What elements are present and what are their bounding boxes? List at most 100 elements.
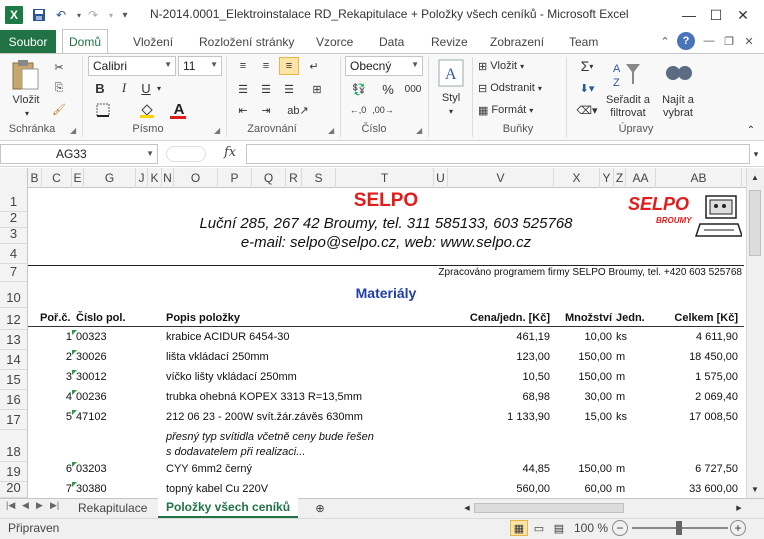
scroll-down-icon[interactable]: ▼ [748,482,762,496]
sort-filter-icon[interactable]: AZ [612,58,642,90]
insert-cells-button[interactable]: ⊞ Vložit ▾ [478,57,558,75]
column-header[interactable]: AA [626,168,656,188]
ribbon-collapse-arrow-icon[interactable]: ⌃ [744,124,758,136]
row-header[interactable]: 7 [0,264,28,282]
column-header[interactable]: B [28,168,42,188]
italic-button[interactable]: I [116,79,132,97]
merge-center-icon[interactable]: ⊞ [304,80,330,98]
column-header[interactable]: Y [600,168,614,188]
align-bottom-icon[interactable]: ≡ [279,57,299,75]
row-header[interactable]: 20 [0,480,28,498]
paste-dropdown-icon[interactable]: ▾ [20,108,34,118]
tab-team[interactable]: Team [563,30,604,53]
worksheet-grid[interactable]: SELPO Luční 285, 267 42 Broumy, tel. 311… [28,188,744,498]
fill-color-icon[interactable] [136,101,158,119]
column-header[interactable]: X [554,168,600,188]
tab-home[interactable]: Domů [62,29,109,54]
bold-button[interactable]: B [92,79,108,97]
alignment-launcher-icon[interactable]: ◢ [328,126,334,135]
paste-icon[interactable] [8,58,42,92]
wrap-text-icon[interactable]: ↵ [304,57,324,75]
find-select-icon[interactable] [664,58,694,90]
align-middle-icon[interactable]: ≡ [256,57,276,75]
cut-icon[interactable]: ✂ [50,58,68,76]
minimize-button[interactable]: — [678,4,700,26]
close-button[interactable]: ✕ [732,4,754,26]
tab-view[interactable]: Zobrazení [484,30,550,53]
find-select-button[interactable]: Najít a vybrat [656,94,700,120]
new-sheet-icon[interactable]: ⊕ [310,500,330,516]
row-header[interactable]: 3 [0,226,28,244]
column-header[interactable]: P [218,168,252,188]
column-header[interactable]: O [174,168,218,188]
column-header[interactable]: Z [614,168,626,188]
next-sheet-icon[interactable]: ▶ [36,500,43,511]
scroll-up-icon[interactable]: ▲ [748,170,762,184]
sort-filter-button[interactable]: Seřadit a filtrovat [602,94,654,120]
underline-button[interactable]: U [138,79,154,97]
column-header[interactable]: K [148,168,162,188]
increase-decimal-icon[interactable]: ←,0 [347,101,369,119]
doc-minimize-icon[interactable]: — [700,32,718,50]
clipboard-launcher-icon[interactable]: ◢ [70,126,76,135]
doc-close-icon[interactable]: ✕ [740,32,758,50]
borders-icon[interactable] [92,101,114,119]
autosum-button[interactable]: Σ ▾ [574,57,600,75]
column-header[interactable]: Q [252,168,286,188]
underline-dropdown-icon[interactable]: ▾ [155,82,163,94]
clear-icon[interactable]: ⌫▾ [574,101,600,119]
row-header[interactable]: 18 [0,430,28,462]
save-icon[interactable] [30,6,48,24]
excel-app-icon[interactable]: X [5,6,23,24]
delete-cells-button[interactable]: ⊟ Odstranit ▾ [478,79,564,97]
tab-file[interactable]: Soubor [0,30,56,53]
last-sheet-icon[interactable]: ▶| [50,500,59,511]
column-header[interactable]: V [448,168,554,188]
font-size-combo[interactable]: 11 ▼ [178,56,222,76]
column-header[interactable]: R [286,168,302,188]
formula-bar-splitter[interactable] [166,146,206,162]
row-header[interactable]: 4 [0,244,28,264]
sheet-tab-items[interactable]: Položky všech ceníků [158,498,299,518]
zoom-level[interactable]: 100 % [574,521,608,535]
maximize-button[interactable]: ☐ [705,4,727,26]
name-box[interactable]: AG33 ▼ [0,144,158,164]
column-header[interactable]: U [434,168,448,188]
scroll-left-icon[interactable]: ◀ [462,502,472,514]
row-header[interactable]: 16 [0,390,28,410]
tab-formulas[interactable]: Vzorce [310,30,359,53]
expand-formula-bar-icon[interactable]: ▾ [750,146,762,162]
column-header[interactable]: C [42,168,72,188]
column-header[interactable]: E [72,168,84,188]
column-header[interactable]: J [136,168,148,188]
increase-indent-icon[interactable]: ⇥ [256,101,276,119]
row-header[interactable]: 19 [0,462,28,482]
row-header[interactable]: 13 [0,330,28,350]
normal-view-icon[interactable]: ▦ [510,520,528,536]
column-header[interactable]: T [336,168,434,188]
zoom-in-icon[interactable]: + [730,520,746,536]
help-icon[interactable]: ? [677,32,695,50]
column-header[interactable]: S [302,168,336,188]
tab-insert[interactable]: Vložení [127,30,179,53]
font-launcher-icon[interactable]: ◢ [214,126,220,135]
zoom-out-icon[interactable]: − [612,520,628,536]
zoom-slider-thumb[interactable] [676,521,682,535]
page-break-view-icon[interactable]: ▤ [550,520,568,536]
number-launcher-icon[interactable]: ◢ [416,126,422,135]
paste-label[interactable]: Vložit [6,94,46,107]
vertical-scroll-thumb[interactable] [749,190,761,256]
row-header[interactable]: 12 [0,308,28,330]
orientation-icon[interactable]: ab↗ [286,101,310,119]
number-format-combo[interactable]: Obecný ▼ [345,56,423,76]
align-left-icon[interactable]: ☰ [233,80,253,98]
customize-toolbar-icon[interactable]: ▾ [116,6,134,24]
percent-button[interactable]: % [380,80,396,98]
font-name-combo[interactable]: Calibri ▼ [88,56,176,76]
tab-page-layout[interactable]: Rozložení stránky [193,30,300,53]
scroll-right-icon[interactable]: ▶ [734,502,744,514]
select-all-corner[interactable] [0,168,28,188]
styles-icon[interactable]: A [437,58,465,88]
decrease-indent-icon[interactable]: ⇤ [233,101,253,119]
tab-review[interactable]: Revize [425,30,474,53]
